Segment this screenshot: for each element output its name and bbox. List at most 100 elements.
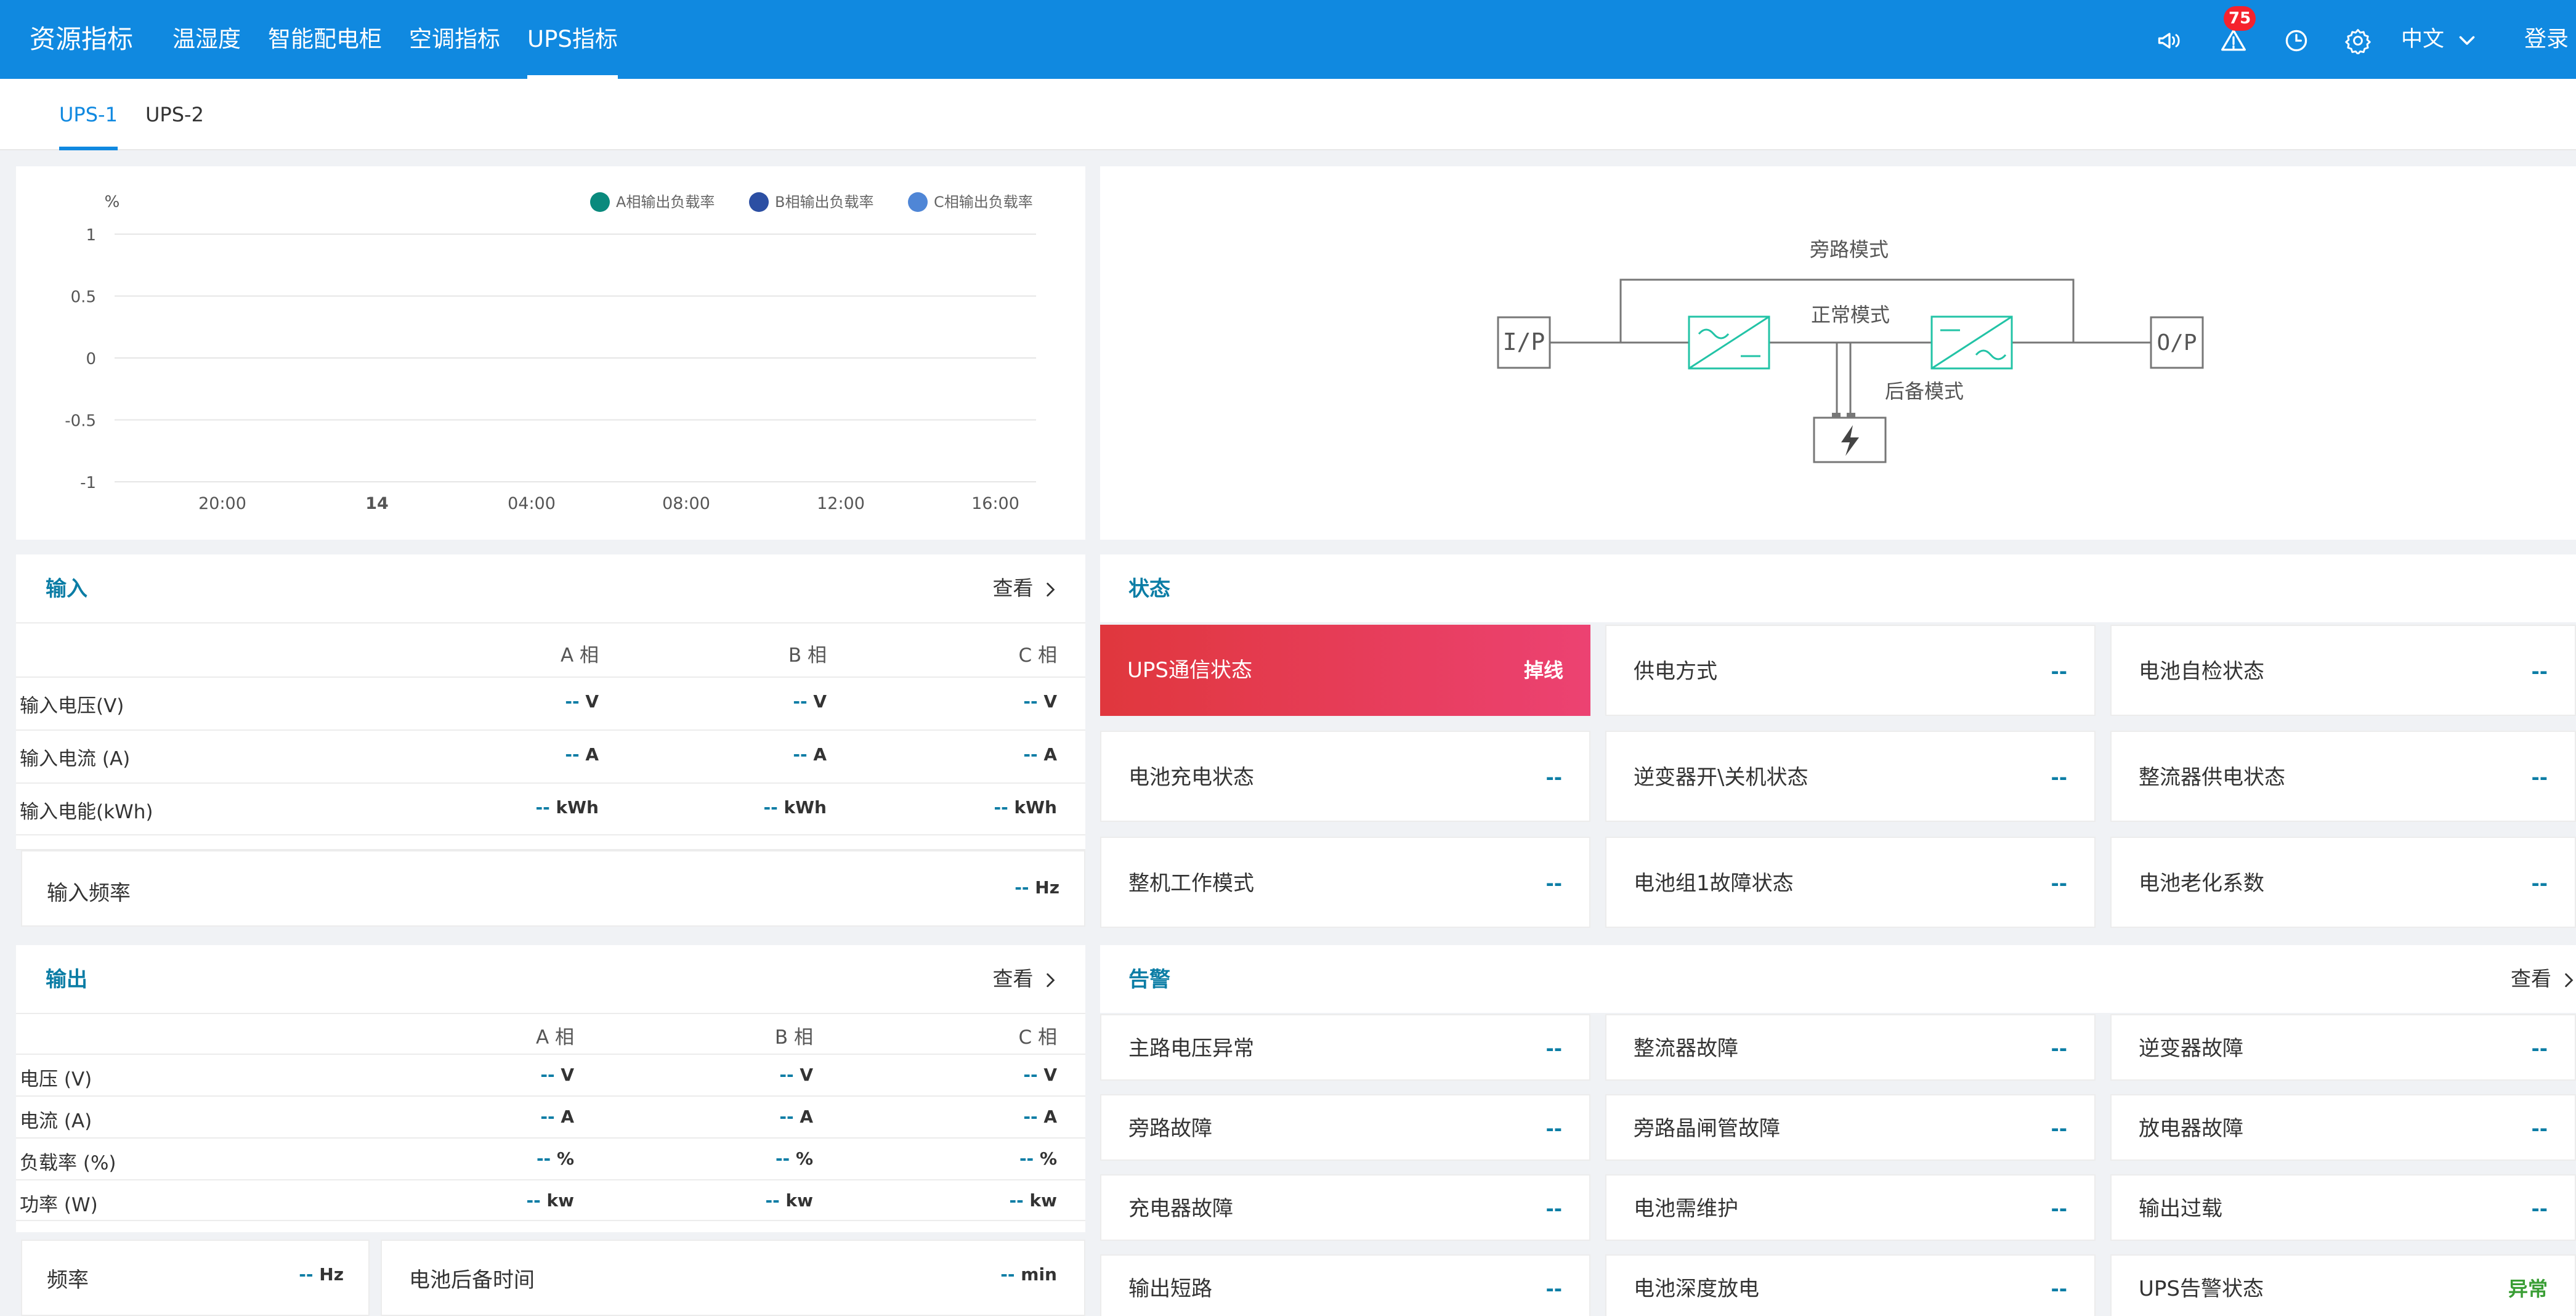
alarm-title: 告警 [1128, 967, 1170, 992]
status-card[interactable]: 逆变器开\关机状态 -- [1605, 731, 2096, 822]
divider [16, 1013, 1085, 1014]
chevron-down-icon [2459, 36, 2475, 45]
language-label: 中文 [2401, 27, 2445, 52]
settings-icon[interactable] [2344, 27, 2371, 54]
divider [16, 1095, 1085, 1097]
output-panel: 输出 查看 A 相 B 相 C 相 电压 (V) -- V -- V -- V … [16, 945, 1085, 1316]
alarm-card-label: 旁路故障 [1128, 1116, 1212, 1141]
clock-icon[interactable] [2283, 27, 2310, 54]
status-card[interactable]: 整流器供电状态 -- [2110, 731, 2576, 822]
divider [16, 1220, 1085, 1221]
output-voltage-c-value: -- V [1023, 1065, 1057, 1085]
chevron-right-icon [1047, 973, 1055, 987]
output-power-b-value: -- kw [765, 1190, 814, 1211]
alarm-card[interactable]: 输出短路 -- [1100, 1254, 1590, 1316]
y-unit-label: % [105, 193, 120, 211]
output-voltage-a-value: -- V [540, 1065, 574, 1085]
alarm-card-label: 输出短路 [1128, 1277, 1212, 1301]
battery-backup-time-label: 电池后备时间 [409, 1268, 535, 1293]
alarm-card-label: 电池需维护 [1634, 1196, 1738, 1221]
language-select[interactable]: 中文 [2401, 0, 2478, 79]
status-card[interactable]: 供电方式 -- [1605, 625, 2096, 716]
alarm-card[interactable]: 电池需维护 -- [1605, 1174, 2096, 1241]
phase-c-header: C 相 [1018, 644, 1058, 667]
status-card[interactable]: 电池自检状态 -- [2110, 625, 2576, 716]
alarm-card-value: -- [1545, 1117, 1562, 1140]
alarm-card[interactable]: 电池深度放电 -- [1605, 1254, 2096, 1316]
main-nav: 温湿度 智能配电柜 空调指标 UPS指标 [172, 0, 645, 79]
output-power-label: 功率 (W) [20, 1194, 98, 1216]
alert-icon[interactable] [2220, 27, 2247, 54]
status-card-label: 电池组1故障状态 [1634, 871, 1794, 896]
alarm-card-value: -- [2051, 1277, 2067, 1301]
app-title[interactable]: 资源指标 [30, 0, 133, 79]
status-card[interactable]: 整机工作模式 -- [1100, 837, 1590, 928]
status-title: 状态 [1128, 577, 1170, 601]
output-load-b-value: -- % [775, 1148, 813, 1169]
alarm-card-value: -- [1545, 1037, 1562, 1060]
alarm-card-value: -- [2051, 1117, 2067, 1140]
input-current-a-value: -- A [565, 744, 599, 765]
phase-b-header: B 相 [774, 1026, 813, 1049]
status-card-value: -- [1545, 872, 1562, 895]
status-card-value: -- [2051, 872, 2067, 895]
status-card[interactable]: 电池充电状态 -- [1100, 731, 1590, 822]
status-card-label: 电池自检状态 [2139, 659, 2264, 684]
alarm-card-label: 逆变器故障 [2139, 1036, 2243, 1061]
status-card[interactable]: UPS通信状态 掉线 [1100, 625, 1590, 716]
alarm-card-value: 异常 [2508, 1277, 2548, 1301]
status-card-label: 整流器供电状态 [2139, 765, 2285, 790]
input-view-link[interactable]: 查看 [993, 572, 1059, 601]
alarm-card[interactable]: 主路电压异常 -- [1100, 1014, 1590, 1081]
status-card[interactable]: 电池老化系数 -- [2110, 837, 2576, 928]
alarm-card-value: -- [1545, 1197, 1562, 1221]
tab-ups-1[interactable]: UPS-1 [59, 79, 118, 150]
ups-mode-diagram: I/P O/P 旁路模式 正常模式 后备模式 [1497, 238, 2204, 463]
output-current-c-value: -- A [1023, 1107, 1057, 1127]
output-view-link[interactable]: 查看 [993, 962, 1059, 992]
alarm-view-link[interactable]: 查看 [2511, 962, 2576, 992]
divider [16, 729, 1085, 731]
alarm-card[interactable]: 旁路故障 -- [1100, 1094, 1590, 1161]
status-card-label: 电池充电状态 [1128, 765, 1254, 790]
nav-item-air-conditioning[interactable]: 空调指标 [409, 0, 500, 79]
load-rate-chart: % 1 0.5 0 -0.5 -1 20:00 14 04:00 08:00 12:00 16:00 A… [65, 192, 1036, 513]
legend-marker [590, 192, 610, 212]
input-energy-a-value: -- kWh [535, 797, 599, 818]
alarm-card-label: 放电器故障 [2139, 1116, 2243, 1141]
alarm-card[interactable]: 整流器故障 -- [1605, 1014, 2096, 1081]
status-card-label: 逆变器开\关机状态 [1634, 765, 1808, 790]
output-current-b-value: -- A [779, 1107, 813, 1127]
output-load-label: 负载率 (%) [20, 1152, 116, 1174]
divider [16, 1179, 1085, 1180]
alarm-card[interactable]: UPS告警状态 异常 [2110, 1254, 2576, 1316]
nav-item-power-cabinet[interactable]: 智能配电柜 [268, 0, 382, 79]
status-card-value: 掉线 [1523, 659, 1563, 682]
legend-marker [908, 192, 928, 212]
alarm-card[interactable]: 输出过载 -- [2110, 1174, 2576, 1241]
alarm-card[interactable]: 放电器故障 -- [2110, 1094, 2576, 1161]
tab-ups-2[interactable]: UPS-2 [145, 79, 204, 150]
output-power-c-value: -- kw [1009, 1190, 1058, 1211]
login-button[interactable]: 登录 [2524, 0, 2569, 79]
output-frequency-label: 频率 [47, 1268, 89, 1293]
x-tick-label: 12:00 [817, 494, 865, 513]
nav-item-ups[interactable]: UPS指标 [527, 0, 618, 79]
alarm-card[interactable]: 逆变器故障 -- [2110, 1014, 2576, 1081]
alert-count-badge: 75 [2224, 6, 2256, 31]
status-card-value: -- [2051, 766, 2067, 789]
alarm-card[interactable]: 充电器故障 -- [1100, 1174, 1590, 1241]
status-card[interactable]: 电池组1故障状态 -- [1605, 837, 2096, 928]
input-frequency-value: -- Hz [1015, 877, 1059, 898]
input-frequency-label: 输入频率 [47, 881, 131, 906]
input-voltage-a-value: -- V [565, 691, 599, 712]
alarm-card-label: 充电器故障 [1128, 1196, 1233, 1221]
status-card-value: -- [2531, 766, 2548, 789]
input-voltage-b-value: -- V [793, 691, 827, 712]
phase-b-header: B 相 [788, 644, 827, 667]
announcement-icon[interactable] [2156, 27, 2183, 54]
alarm-card[interactable]: 旁路晶闸管故障 -- [1605, 1094, 2096, 1161]
battery-backup-time-value: -- min [1000, 1264, 1057, 1285]
nav-item-temperature-humidity[interactable]: 温湿度 [172, 0, 241, 79]
alarm-card-label: 输出过载 [2139, 1196, 2222, 1221]
